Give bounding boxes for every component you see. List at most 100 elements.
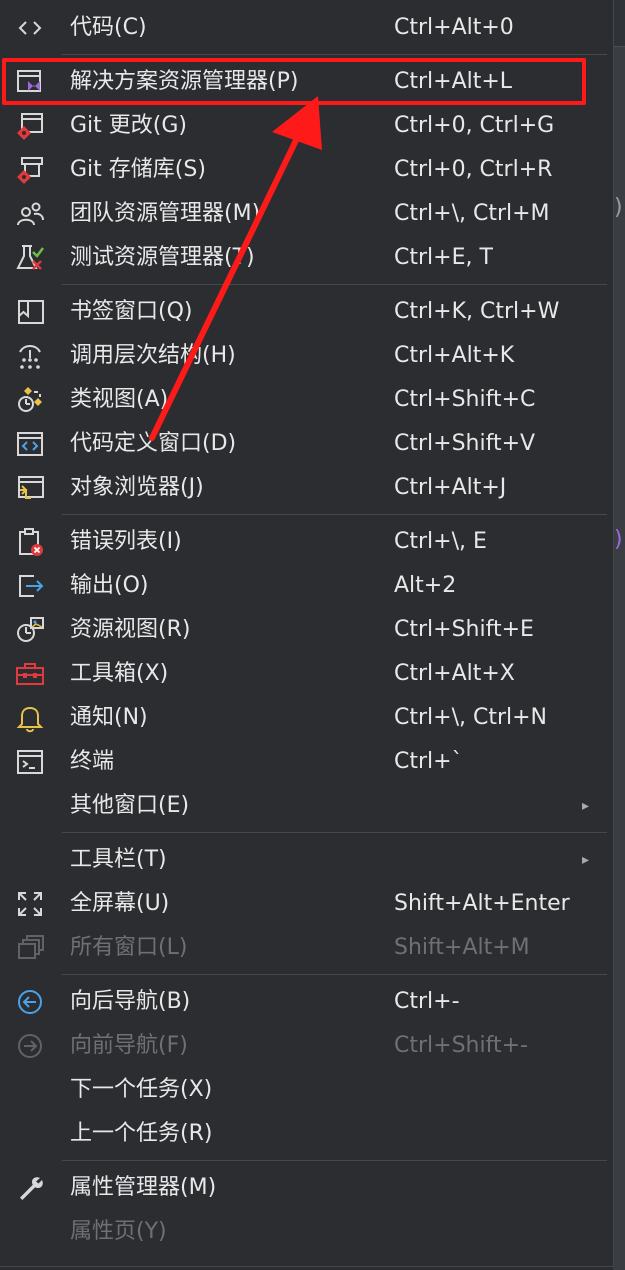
menu-item-label: 全屏幕(U) <box>70 891 170 916</box>
navigate-forward-icon <box>10 1030 50 1062</box>
menu-item-git-repository[interactable]: Git 存储库(S) Ctrl+0, Ctrl+R <box>0 148 613 192</box>
menu-item-toolbars[interactable]: 工具栏(T) ▸ <box>0 838 613 882</box>
wrench-icon <box>10 1172 50 1204</box>
output-icon <box>10 570 50 602</box>
menu-separator <box>62 284 607 285</box>
menu-item-label: 终端 <box>70 749 115 774</box>
menu-item-test-explorer[interactable]: 测试资源管理器(T) Ctrl+E, T <box>0 236 613 280</box>
menu-item-navigate-forward: 向前导航(F) Ctrl+Shift+- <box>0 1024 613 1068</box>
background-text-fragment: ) <box>614 195 623 220</box>
menu-item-shortcut: Ctrl+E, T <box>394 245 493 270</box>
menu-item-property-pages: 属性页(Y) <box>0 1210 613 1254</box>
menu-item-git-changes[interactable]: Git 更改(G) Ctrl+0, Ctrl+G <box>0 104 613 148</box>
menu-item-shortcut: Alt+2 <box>394 573 457 598</box>
menu-separator <box>62 974 607 975</box>
code-definition-icon <box>10 428 50 460</box>
menu-item-label: 通知(N) <box>70 705 148 730</box>
menu-item-label: 工具箱(X) <box>70 661 169 686</box>
menu-item-code[interactable]: 代码(C) Ctrl+Alt+0 <box>0 6 613 50</box>
menu-item-all-windows: 所有窗口(L) Shift+Alt+M <box>0 926 613 970</box>
menu-item-shortcut: Ctrl+\, E <box>394 529 487 554</box>
menu-item-shortcut: Ctrl+Shift+V <box>394 431 536 456</box>
menu-item-label: 资源视图(R) <box>70 617 191 642</box>
menu-item-label: 工具栏(T) <box>70 847 167 872</box>
menu-item-object-browser[interactable]: 对象浏览器(J) Ctrl+Alt+J <box>0 466 613 510</box>
menu-item-shortcut: Ctrl+Alt+K <box>394 343 515 368</box>
git-changes-icon <box>10 110 50 142</box>
menu-item-label: 所有窗口(L) <box>70 935 188 960</box>
menu-separator <box>62 54 607 55</box>
menu-item-code-definition[interactable]: 代码定义窗口(D) Ctrl+Shift+V <box>0 422 613 466</box>
full-screen-icon <box>10 888 50 920</box>
background-window-tab <box>613 0 625 47</box>
submenu-arrow-icon: ▸ <box>582 798 590 814</box>
menu-item-label: 调用层次结构(H) <box>70 343 236 368</box>
menu-item-other-windows[interactable]: 其他窗口(E) ▸ <box>0 784 613 828</box>
menu-item-navigate-backward[interactable]: 向后导航(B) Ctrl+- <box>0 980 613 1024</box>
menu-item-shortcut: Ctrl+Alt+0 <box>394 15 514 40</box>
menu-item-shortcut: Shift+Alt+M <box>394 935 530 960</box>
call-hierarchy-icon <box>10 340 50 372</box>
menu-item-shortcut: Ctrl+Shift+- <box>394 1033 528 1058</box>
menu-item-resource-view[interactable]: 资源视图(R) Ctrl+Shift+E <box>0 608 613 652</box>
resource-view-icon <box>10 614 50 646</box>
test-explorer-icon <box>10 242 50 274</box>
menu-item-label: 向后导航(B) <box>70 989 191 1014</box>
background-text-fragment: ) <box>614 527 623 552</box>
team-explorer-icon <box>10 198 50 230</box>
all-windows-icon <box>10 932 50 964</box>
menu-item-next-task[interactable]: 下一个任务(X) <box>0 1068 613 1112</box>
background-window-edge <box>613 0 625 1270</box>
annotation-highlight-box <box>2 58 586 105</box>
menu-item-label: 其他窗口(E) <box>70 793 190 818</box>
menu-item-label: Git 更改(G) <box>70 113 187 138</box>
menu-item-shortcut: Ctrl+0, Ctrl+R <box>394 157 553 182</box>
menu-item-shortcut: Ctrl+Alt+J <box>394 475 507 500</box>
menu-item-output[interactable]: 输出(O) Alt+2 <box>0 564 613 608</box>
menu-item-label: 书签窗口(Q) <box>70 299 193 324</box>
submenu-arrow-icon: ▸ <box>582 852 590 868</box>
menu-item-class-view[interactable]: 类视图(A) Ctrl+Shift+C <box>0 378 613 422</box>
menu-item-terminal[interactable]: 终端 Ctrl+` <box>0 740 613 784</box>
git-repository-icon <box>10 154 50 186</box>
menu-separator <box>62 1160 607 1161</box>
menu-item-call-hierarchy[interactable]: 调用层次结构(H) Ctrl+Alt+K <box>0 334 613 378</box>
menu-item-shortcut: Ctrl+0, Ctrl+G <box>394 113 555 138</box>
menu-item-team-explorer[interactable]: 团队资源管理器(M) Ctrl+\, Ctrl+M <box>0 192 613 236</box>
menu-item-notifications[interactable]: 通知(N) Ctrl+\, Ctrl+N <box>0 696 613 740</box>
menu-item-shortcut: Ctrl+- <box>394 989 460 1014</box>
menu-item-label: 对象浏览器(J) <box>70 475 204 500</box>
view-menu: 代码(C) Ctrl+Alt+0 解决方案资源管理器(P) Ctrl+Alt+L… <box>0 0 614 1267</box>
bookmark-icon <box>10 296 50 328</box>
menu-item-full-screen[interactable]: 全屏幕(U) Shift+Alt+Enter <box>0 882 613 926</box>
menu-item-property-manager[interactable]: 属性管理器(M) <box>0 1166 613 1210</box>
menu-item-shortcut: Ctrl+\, Ctrl+M <box>394 201 550 226</box>
menu-item-label: Git 存储库(S) <box>70 157 206 182</box>
class-view-icon <box>10 384 50 416</box>
menu-item-label: 错误列表(I) <box>70 529 182 554</box>
menu-item-toolbox[interactable]: 工具箱(X) Ctrl+Alt+X <box>0 652 613 696</box>
menu-item-label: 代码(C) <box>70 15 147 40</box>
menu-item-label: 属性页(Y) <box>70 1219 167 1244</box>
menu-item-label: 代码定义窗口(D) <box>70 431 237 456</box>
menu-item-bookmark-window[interactable]: 书签窗口(Q) Ctrl+K, Ctrl+W <box>0 290 613 334</box>
object-browser-icon <box>10 472 50 504</box>
menu-item-shortcut: Ctrl+K, Ctrl+W <box>394 299 560 324</box>
menu-item-label: 团队资源管理器(M) <box>70 201 261 226</box>
menu-item-label: 下一个任务(X) <box>70 1077 213 1102</box>
menu-item-error-list[interactable]: 错误列表(I) Ctrl+\, E <box>0 520 613 564</box>
menu-item-shortcut: Ctrl+Shift+C <box>394 387 536 412</box>
menu-item-label: 测试资源管理器(T) <box>70 245 255 270</box>
menu-item-previous-task[interactable]: 上一个任务(R) <box>0 1112 613 1156</box>
menu-item-label: 上一个任务(R) <box>70 1121 213 1146</box>
menu-item-shortcut: Shift+Alt+Enter <box>394 891 570 916</box>
bell-icon <box>10 702 50 734</box>
terminal-icon <box>10 746 50 778</box>
toolbox-icon <box>10 658 50 690</box>
navigate-back-icon <box>10 986 50 1018</box>
menu-item-shortcut: Ctrl+Shift+E <box>394 617 534 642</box>
menu-separator <box>62 514 607 515</box>
menu-item-label: 类视图(A) <box>70 387 169 412</box>
menu-item-shortcut: Ctrl+` <box>394 749 463 774</box>
menu-item-label: 向前导航(F) <box>70 1033 188 1058</box>
